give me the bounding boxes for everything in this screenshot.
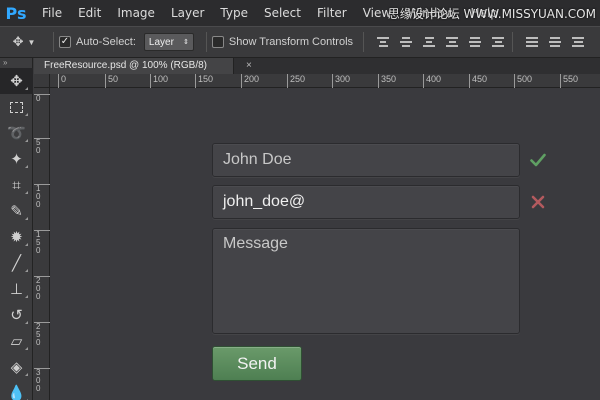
cross-icon [528, 192, 548, 212]
crop-tool-icon[interactable]: ⌗ [0, 172, 33, 198]
menu-bar: Ps File Edit Image Layer Type Select Fil… [0, 0, 600, 26]
transform-controls-checkbox[interactable] [211, 36, 224, 48]
ruler-label: 100 [34, 184, 50, 209]
ruler-label: 350 [378, 74, 396, 88]
divider [512, 32, 514, 52]
menu-layer[interactable]: Layer [163, 0, 212, 26]
ruler-label: 450 [469, 74, 487, 88]
align-horizontal-centers-button[interactable] [466, 33, 484, 51]
tools-panel: » ✥ ➰ ✦ ⌗ ✎ ✹ ╱ ⊥ ↺ ▱ ◈ 💧 [0, 58, 33, 400]
message-field[interactable]: Message [212, 228, 520, 334]
ruler-label: 200 [34, 276, 50, 301]
auto-select-target-value: Layer [148, 36, 174, 48]
menu-edit[interactable]: Edit [70, 0, 109, 26]
send-button[interactable]: Send [212, 346, 302, 381]
lasso-tool-icon[interactable]: ➰ [0, 120, 33, 146]
eraser-tool-icon[interactable]: ▱ [0, 328, 33, 354]
move-tool-icon[interactable]: ✥ [0, 68, 33, 94]
ruler-label: 500 [514, 74, 532, 88]
ruler-label: 300 [332, 74, 350, 88]
transform-controls-label: Show Transform Controls [228, 36, 354, 48]
ruler-label: 50 [34, 138, 50, 155]
document-canvas[interactable]: John Doe john_doe@ Message Send [50, 88, 600, 400]
ruler-label: 250 [34, 322, 50, 347]
menu-filter[interactable]: Filter [309, 0, 355, 26]
magic-wand-tool-icon[interactable]: ✦ [0, 146, 33, 172]
ruler-origin[interactable] [34, 74, 50, 88]
ruler-label: 400 [423, 74, 441, 88]
divider [53, 32, 54, 52]
close-icon[interactable]: × [246, 58, 252, 74]
ruler-label: 250 [287, 74, 305, 88]
align-right-edges-button[interactable] [489, 33, 507, 51]
divider [205, 32, 207, 52]
rectangular-marquee-tool-icon[interactable] [0, 94, 33, 120]
menu-type[interactable]: Type [212, 0, 256, 26]
align-left-edges-button[interactable] [443, 33, 461, 51]
ruler-label: 150 [195, 74, 213, 88]
menu-file[interactable]: File [32, 0, 70, 26]
distribute-bottom-button[interactable] [569, 33, 587, 51]
eyedropper-tool-icon[interactable]: ✎ [0, 198, 33, 224]
ruler-label: 200 [241, 74, 259, 88]
email-field[interactable]: john_doe@ [212, 185, 520, 219]
healing-brush-tool-icon[interactable]: ✹ [0, 224, 33, 250]
name-field[interactable]: John Doe [212, 143, 520, 177]
horizontal-ruler[interactable]: 0 50 100 150 200 250 300 350 400 450 500… [50, 74, 600, 88]
distribute-top-button[interactable] [523, 33, 541, 51]
ruler-label: 150 [34, 230, 50, 255]
blur-tool-icon[interactable]: 💧 [0, 380, 33, 400]
ruler-label: 0 [34, 94, 50, 103]
ruler-label: 300 [34, 368, 50, 393]
brush-tool-icon[interactable]: ╱ [0, 250, 33, 276]
clone-stamp-tool-icon[interactable]: ⊥ [0, 276, 33, 302]
vertical-ruler[interactable]: 0 50 100 150 200 250 300 [34, 88, 50, 400]
align-top-edges-button[interactable] [374, 33, 392, 51]
ruler-label: 0 [58, 74, 66, 88]
align-bottom-edges-button[interactable] [420, 33, 438, 51]
ruler-label: 550 [560, 74, 578, 88]
auto-select-target-dropdown[interactable]: Layer ⇕ [143, 33, 194, 51]
paint-bucket-tool-icon[interactable]: ◈ [0, 354, 33, 380]
ruler-label: 50 [105, 74, 118, 88]
auto-select-label: Auto-Select: [76, 36, 136, 48]
updown-arrows-icon: ⇕ [183, 39, 189, 46]
move-icon: ✥ [12, 34, 24, 49]
document-tab[interactable]: FreeResource.psd @ 100% (RGB/8) [34, 58, 234, 74]
options-bar: ✥ ▼ ✓ Auto-Select: Layer ⇕ Show Transfor… [0, 26, 600, 58]
distribute-center-button[interactable] [546, 33, 564, 51]
auto-select-checkbox[interactable]: ✓ [59, 36, 71, 48]
chevron-down-icon: ▼ [27, 37, 36, 47]
history-brush-tool-icon[interactable]: ↺ [0, 302, 33, 328]
ruler-label: 100 [150, 74, 168, 88]
menu-select[interactable]: Select [256, 0, 309, 26]
collapse-panel-icon[interactable]: » [0, 58, 32, 68]
menu-image[interactable]: Image [109, 0, 163, 26]
move-tool-preset[interactable]: ✥ ▼ [0, 27, 48, 57]
align-vertical-centers-button[interactable] [397, 33, 415, 51]
watermark: 思缘设计论坛 WWW.MISSYUAN.COM [387, 7, 596, 21]
checkmark-icon [528, 150, 548, 170]
photoshop-logo: Ps [5, 3, 27, 23]
document-tab-bar: FreeResource.psd @ 100% (RGB/8) × [34, 58, 600, 74]
divider [363, 32, 365, 52]
